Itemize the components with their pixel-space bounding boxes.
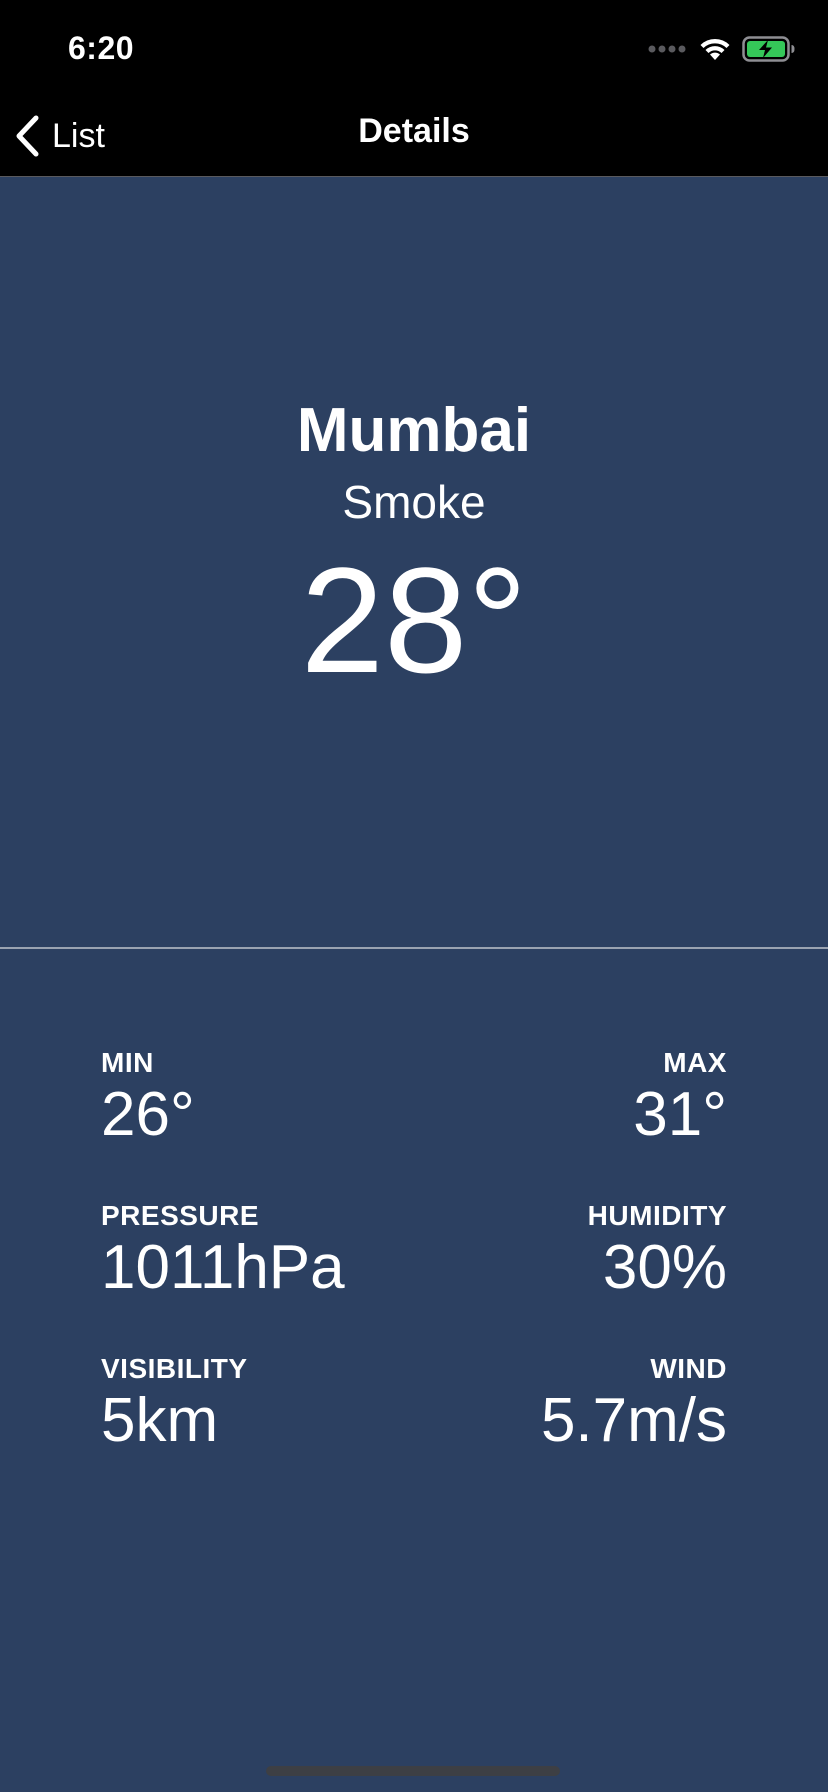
stat-pressure: PRESSURE 1011hPa (101, 1200, 345, 1353)
weather-stats: MIN 26° MAX 31° PRESSURE 1011hPa HUMIDIT… (101, 1047, 727, 1506)
stat-row: VISIBILITY 5km WIND 5.7m/s (101, 1353, 727, 1506)
status-icons (648, 36, 796, 62)
stat-humidity-label: HUMIDITY (587, 1200, 727, 1231)
weather-condition: Smoke (342, 476, 486, 528)
stat-wind-label: WIND (650, 1353, 727, 1384)
navigation-bar: List Details (0, 96, 828, 177)
page-title: Details (358, 112, 470, 150)
stat-wind: WIND 5.7m/s (541, 1353, 727, 1506)
stat-row: MIN 26° MAX 31° (101, 1047, 727, 1200)
stat-visibility-label: VISIBILITY (101, 1353, 248, 1384)
stat-pressure-value: 1011hPa (101, 1233, 345, 1302)
stat-max: MAX 31° (633, 1047, 727, 1200)
stat-min-value: 26° (101, 1080, 195, 1149)
battery-charging-icon (742, 36, 795, 62)
status-time: 6:20 (68, 30, 135, 66)
signal-dots-icon (648, 45, 686, 53)
home-indicator[interactable] (266, 1766, 560, 1776)
weather-summary: Mumbai Smoke 28° (0, 177, 828, 948)
stat-humidity-value: 30% (602, 1233, 727, 1302)
weather-details: Mumbai Smoke 28° MIN 26° MAX 31° PRESSUR… (0, 177, 828, 1792)
stat-min: MIN 26° (101, 1047, 195, 1200)
stat-pressure-label: PRESSURE (101, 1200, 260, 1231)
section-divider (0, 947, 828, 949)
stat-humidity: HUMIDITY 30% (588, 1200, 727, 1353)
current-temperature: 28° (300, 536, 528, 704)
stat-max-label: MAX (663, 1047, 727, 1078)
wifi-icon (700, 38, 730, 60)
stat-visibility: VISIBILITY 5km (101, 1353, 248, 1506)
stat-min-label: MIN (101, 1047, 154, 1078)
stat-row: PRESSURE 1011hPa HUMIDITY 30% (101, 1200, 727, 1353)
status-bar: 6:20 (0, 0, 828, 96)
city-name: Mumbai (296, 396, 532, 465)
stat-max-value: 31° (633, 1080, 727, 1149)
stat-wind-value: 5.7m/s (540, 1386, 727, 1455)
stat-visibility-value: 5km (101, 1386, 219, 1455)
